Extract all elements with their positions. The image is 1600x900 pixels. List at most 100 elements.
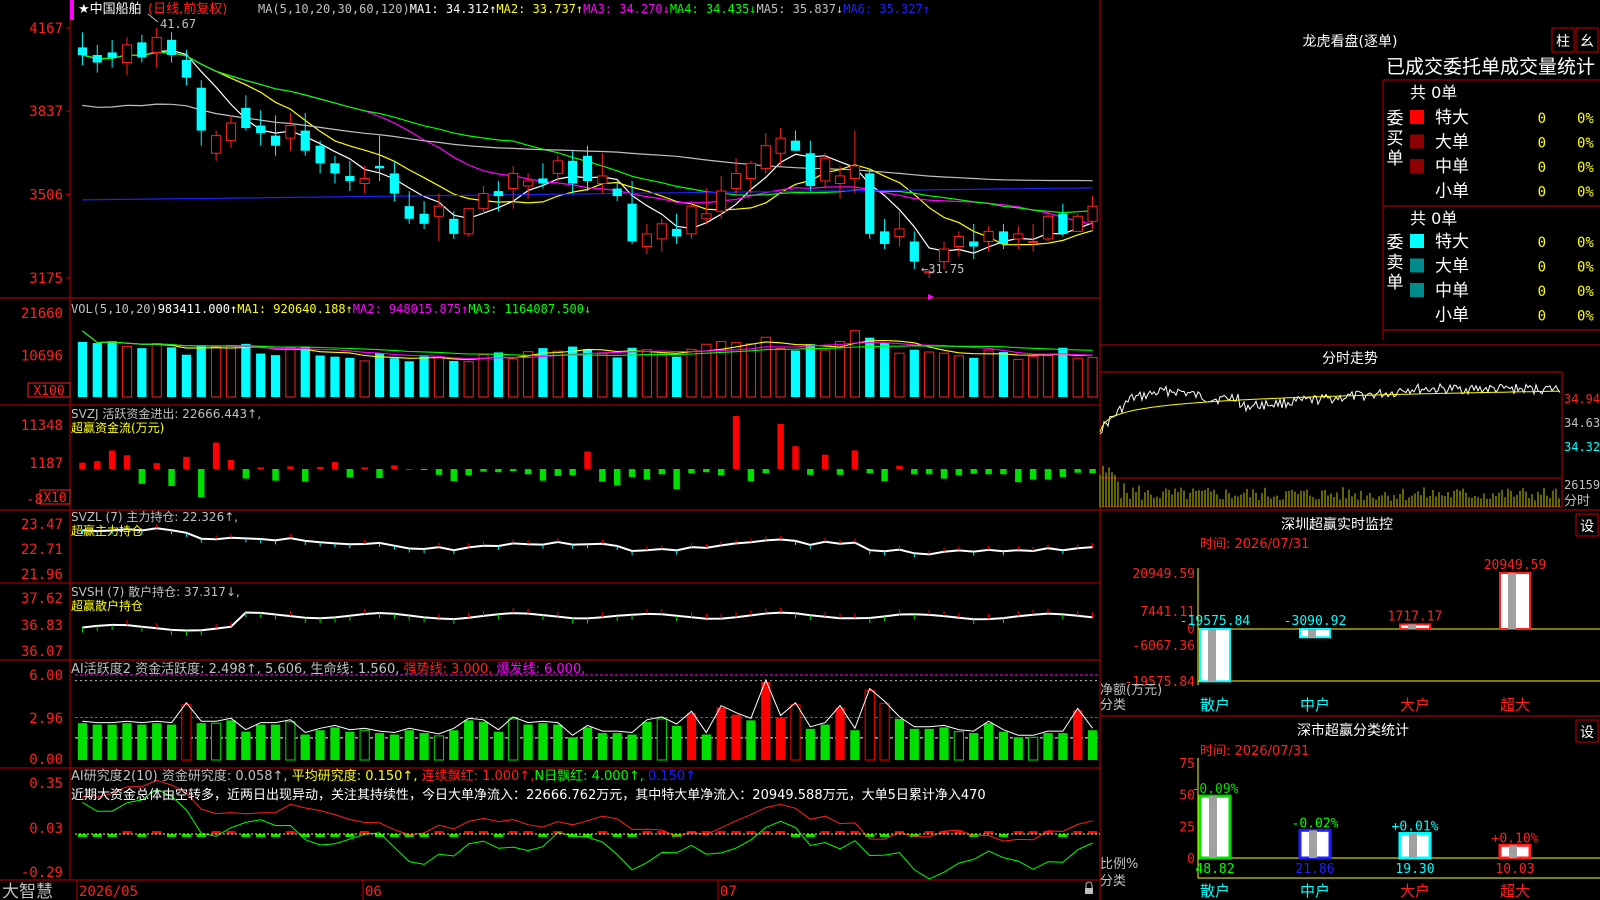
- svzj-unit-label: X10: [43, 491, 66, 506]
- monitor-xlabel: 分类: [1100, 698, 1126, 713]
- legend-swatch: [1410, 183, 1424, 198]
- sell-side-char: 委: [1387, 233, 1404, 253]
- price-panel[interactable]: ★中国船舶 (日线,前复权) MA(5,10,20,30,60,120)MA1:…: [29, 0, 1098, 300]
- lhb-title: 龙虎看盘(逐单): [1303, 33, 1398, 50]
- volume-bar: [1028, 356, 1039, 398]
- svzl-panel[interactable]: SVZL (7) 主力持仓: 22.326↑, 超赢主力持仓 23.47 22.7…: [21, 509, 1094, 583]
- monitor-bar-shade: [1508, 573, 1516, 629]
- svsh-panel[interactable]: SVSH (7) 散户持仓: 37.317↓, 超赢散户持仓 37.62 36.8…: [21, 584, 1094, 660]
- candle-body: [894, 228, 905, 237]
- settings-label[interactable]: 幺: [1580, 34, 1594, 50]
- activity-bar: [196, 723, 206, 760]
- candle-body: [121, 44, 133, 64]
- ai-research-panel[interactable]: AI研究度2(10) 资金研究度: 0.058↑, 平均研究度: 0.150↑,…: [21, 768, 1100, 881]
- classify-ylabel: 比例%: [1100, 857, 1138, 872]
- classify-settings-label[interactable]: 设: [1580, 725, 1594, 741]
- svzj-bar: [896, 465, 903, 469]
- volume-bar: [745, 343, 757, 398]
- monitor-ylabel: 净额(万元): [1100, 683, 1162, 698]
- svzj-bar: [495, 469, 502, 473]
- monitor-settings-label[interactable]: 设: [1580, 519, 1594, 535]
- svzl-title: SVZL (7) 主力持仓: 22.326↑,: [71, 509, 238, 524]
- activity-bar: [166, 724, 177, 760]
- volume-bar: [998, 352, 1009, 397]
- candle-body: [1013, 233, 1024, 240]
- lhb-row-label: 中单: [1435, 281, 1469, 301]
- frame: [0, 0, 1600, 900]
- volume-bar: [953, 355, 964, 398]
- intraday-title: 分时走势: [1322, 351, 1378, 367]
- svzj-bar: [391, 465, 398, 469]
- volume-bar: [404, 361, 414, 397]
- candle-body: [419, 213, 429, 224]
- activity-bar: [864, 690, 875, 761]
- intraday-tick-label: 34.63: [1564, 416, 1600, 430]
- ai-activity-panel[interactable]: AI活跃度2 资金活跃度: 2.498↑, 5.606, 生命线: 1.560,…: [29, 661, 1100, 768]
- lhb-row-value: 0: [1538, 160, 1546, 176]
- activity-bar: [285, 721, 296, 761]
- svzj-bar: [747, 469, 755, 482]
- vol-header-text: VOL(5,10,20)983411.000↑MA1: 920640.188↑M…: [71, 302, 591, 316]
- classification-panel[interactable]: 深市超赢分类统计 设 时间: 2026/07/31 7550250-0.09%4…: [1100, 719, 1600, 900]
- volume-bar: [374, 353, 385, 397]
- candle-body: [508, 172, 519, 190]
- vol-header-text-item: MA2: 948015.875↑: [353, 302, 469, 316]
- lock-icon[interactable]: [1085, 881, 1093, 894]
- brand-logo: 大智慧: [2, 882, 53, 900]
- chart-toggle-label[interactable]: 柱: [1556, 34, 1570, 50]
- ai-research-axis: 0.35 0.03 -0.29: [21, 776, 63, 881]
- intraday-tick-label: 34.94: [1564, 392, 1600, 406]
- volume-bar: [508, 358, 519, 398]
- realtime-monitor-panel[interactable]: 深圳超赢实时监控 设 时间: 2026/07/31 20949.597441.1…: [1100, 513, 1600, 714]
- triangle-marker-icon: [928, 294, 934, 300]
- candle-body: [790, 140, 801, 151]
- lhb-row-label: 特大: [1435, 108, 1469, 128]
- activity-bar: [850, 730, 860, 760]
- period-label[interactable]: (日线,前复权): [148, 1, 227, 17]
- volume-bar: [612, 357, 622, 397]
- svzj-bar: [79, 462, 86, 469]
- activity-bar: [1043, 733, 1053, 760]
- classify-bar-shade: [1409, 833, 1417, 858]
- activity-bar: [538, 723, 548, 760]
- svsh-axis: 37.62 36.83 36.07: [21, 591, 63, 660]
- volume-bar: [419, 356, 429, 397]
- volume-bars: [77, 330, 1098, 398]
- classify-chart: 7550250-0.09%48.82散户-0.02%21.86中户+0.01%1…: [1179, 757, 1600, 900]
- volume-bar: [1013, 358, 1024, 398]
- svzj-bar: [1015, 469, 1022, 483]
- candle-body: [92, 54, 102, 63]
- sell-side-char: 卖: [1387, 253, 1404, 273]
- svsh-tick-label: 37.62: [21, 591, 63, 607]
- candlestick-series[interactable]: [77, 28, 1098, 278]
- research-tick-label: -0.29: [21, 865, 63, 881]
- candle-body: [256, 125, 266, 134]
- svzj-subtitle: 超赢资金流(万元): [71, 420, 164, 435]
- intraday-chart: [1099, 371, 1563, 508]
- volume-panel[interactable]: VOL(5,10,20)983411.000↑MA1: 920640.188↑M…: [21, 302, 1098, 399]
- activity-bar: [523, 724, 533, 760]
- activity-bar: [879, 702, 890, 761]
- svzj-bar: [673, 469, 680, 490]
- volume-bar: [597, 353, 608, 398]
- svzj-tick-label: 11348: [21, 418, 63, 434]
- lhb-panel[interactable]: 龙虎看盘(逐单) 柱 幺 已成交委托单成交量统计 共 0单 共 0单 委买单 委…: [1303, 27, 1599, 326]
- candle-body: [760, 145, 771, 169]
- monitor-category: 大户: [1400, 696, 1430, 714]
- ma-header-text: MA(5,10,20,30,60,120)MA1: 34.312↑MA2: 33…: [258, 2, 930, 16]
- stock-name[interactable]: ★中国船舶: [78, 1, 142, 17]
- activity-bar: [464, 720, 474, 760]
- activity-bar: [701, 734, 711, 760]
- activity-bar: [953, 731, 964, 761]
- research-header-text-item: 平均研究度: 0.150↑,: [292, 768, 418, 784]
- candle-body: [315, 145, 325, 164]
- volume-bar: [805, 344, 815, 397]
- activity-bar: [122, 723, 132, 760]
- activity-header-text-item: 爆发线: 6.000,: [497, 661, 586, 677]
- volume-bar: [449, 360, 459, 397]
- classify-tick-label: 25: [1179, 820, 1195, 835]
- svzj-bar: [762, 469, 769, 474]
- intraday-panel[interactable]: 分时走势 34.94 34.63 34.32 26159 分时: [1099, 351, 1600, 509]
- svzj-bar: [524, 469, 532, 475]
- svzj-panel[interactable]: SVZJ 活跃资金进出: 22666.443↑, 超赢资金流(万元) 11348…: [21, 406, 1096, 508]
